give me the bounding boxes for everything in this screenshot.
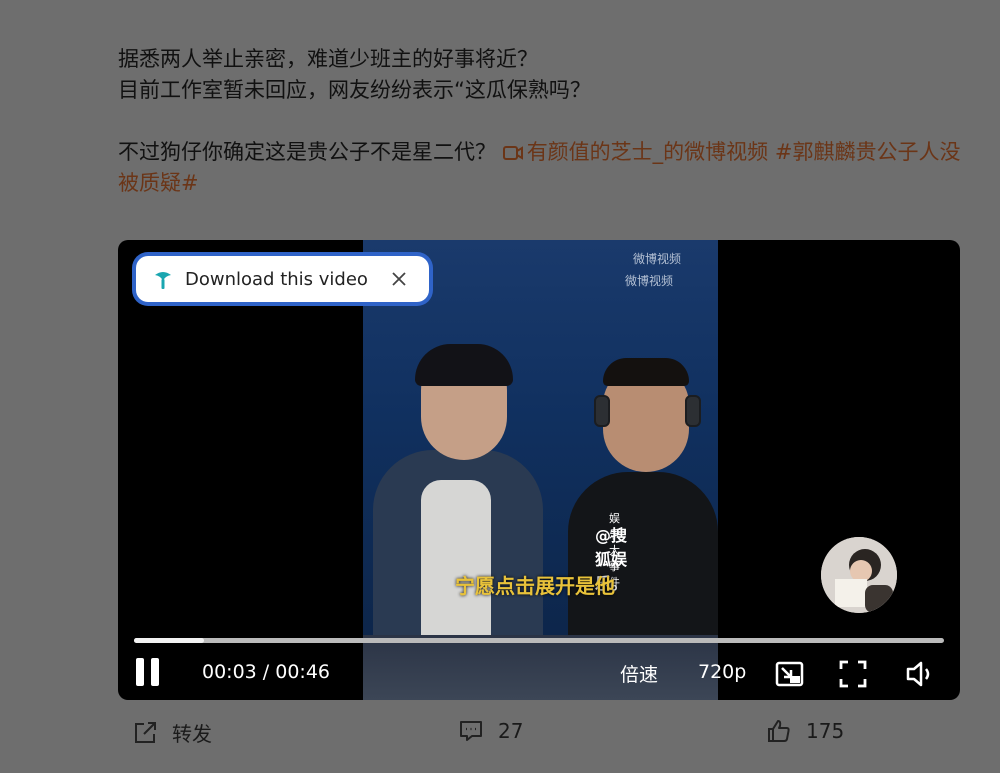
avatar[interactable] [821, 537, 897, 613]
picture-in-picture-icon[interactable] [774, 658, 806, 690]
close-icon[interactable] [385, 265, 413, 293]
like-button[interactable]: 175 [766, 718, 844, 744]
download-video-banner[interactable]: Download this video [136, 256, 429, 302]
watermark-bottom: 微博视频 [625, 274, 674, 288]
comment-icon [460, 721, 482, 741]
download-logo-icon [155, 272, 171, 289]
download-video-label[interactable]: Download this video [185, 269, 385, 290]
watermark-top: 微博视频 [633, 252, 682, 266]
pause-button[interactable] [136, 658, 160, 686]
post-line-1: 据悉两人举止亲密，难道少班主的好事将近？ [118, 47, 538, 71]
like-count: 175 [806, 719, 845, 743]
quality-button[interactable]: 720p [698, 661, 746, 683]
thumbs-up-icon [768, 720, 790, 742]
comment-count: 27 [498, 719, 524, 743]
player-controls: 00:03 / 00:46 倍速 720p [118, 652, 960, 696]
post-line-2: 目前工作室暂未回应，网友纷纷表示“这瓜保熟吗？ [118, 78, 591, 102]
comment-button[interactable]: 27 [458, 718, 523, 744]
repost-label: 转发 [172, 722, 212, 746]
video-link-label: 有颜值的芝士_的微博视频 [526, 140, 769, 164]
video-caption: 宁愿点击展开是他 [455, 574, 615, 598]
volume-icon[interactable] [904, 658, 936, 690]
video-camera-icon [502, 146, 523, 160]
share-icon [135, 721, 156, 743]
video-link[interactable]: 有颜值的芝士_的微博视频 [502, 140, 775, 164]
post-line-3: 不过狗仔你确定这是贵公子不是星二代？ 有颜值的芝士_的微博视频 #郭麒麟贵公子人… [118, 137, 968, 199]
speed-button[interactable]: 倍速 [620, 660, 658, 687]
repost-button[interactable]: 转发 [132, 718, 212, 747]
progress-bar[interactable] [134, 638, 944, 643]
time-display: 00:03 / 00:46 [202, 661, 330, 683]
post-text: 据悉两人举止亲密，难道少班主的好事将近？ 目前工作室暂未回应，网友纷纷表示“这瓜… [118, 44, 968, 199]
post-actions: 转发 27 175 [0, 710, 1000, 754]
post-line-3-text: 不过狗仔你确定这是贵公子不是星二代？ [118, 140, 496, 164]
video-player[interactable]: 微博视频 微博视频 娱乐大事件 @搜狐娱乐。 宁愿点击展开是他 Download… [118, 240, 960, 700]
fullscreen-icon[interactable] [837, 658, 869, 690]
progress-fill [134, 638, 204, 643]
